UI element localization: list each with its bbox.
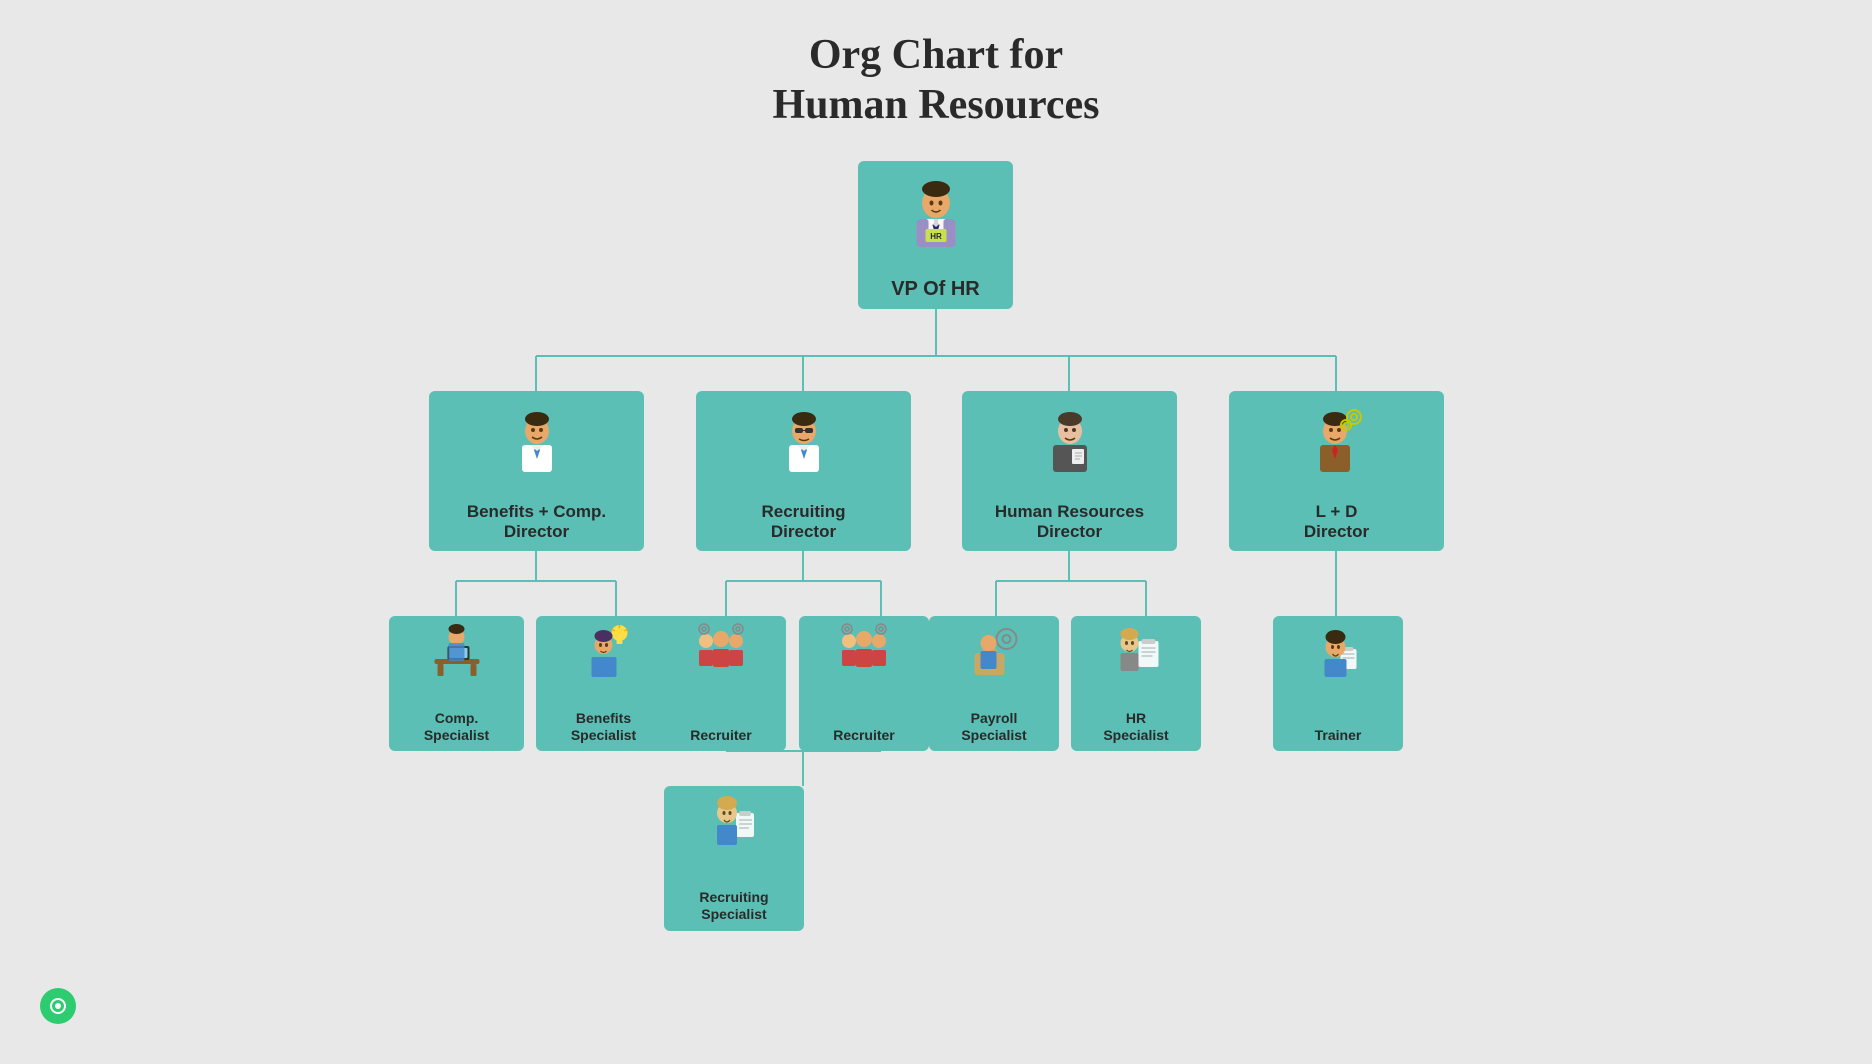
hr-director-label: Human ResourcesDirector — [995, 502, 1144, 543]
page-title: Org Chart forHuman Resources — [772, 30, 1099, 161]
trainer-label: Trainer — [1315, 727, 1362, 744]
recruiter2-label: Recruiter — [833, 727, 894, 744]
benefits-specialist-node: BenefitsSpecialist — [536, 616, 671, 751]
benefits-comp-node: Benefits + Comp.Director — [429, 391, 644, 551]
ld-director-node: L + DDirector — [1229, 391, 1444, 551]
bottom-status-icon[interactable] — [40, 988, 76, 1024]
recruiting-specialist-label: RecruitingSpecialist — [699, 889, 768, 923]
hr-specialist-node: HRSpecialist — [1071, 616, 1201, 751]
recruiter2-node: Recruiter — [799, 616, 929, 751]
recruiting-specialist-node: RecruitingSpecialist — [664, 786, 804, 931]
trainer-node: Trainer — [1273, 616, 1403, 751]
comp-specialist-label: Comp.Specialist — [424, 710, 489, 744]
benefits-specialist-label: BenefitsSpecialist — [571, 710, 636, 744]
svg-text:HR: HR — [930, 232, 942, 241]
recruiting-director-label: RecruitingDirector — [761, 502, 845, 543]
vp-hr-icon: HR — [898, 167, 973, 252]
hr-director-node: Human ResourcesDirector — [962, 391, 1177, 551]
payroll-specialist-node: PayrollSpecialist — [929, 616, 1059, 751]
payroll-specialist-label: PayrollSpecialist — [961, 710, 1026, 744]
hr-specialist-label: HRSpecialist — [1103, 710, 1168, 744]
recruiting-director-node: RecruitingDirector — [696, 391, 911, 551]
comp-specialist-node: Comp.Specialist — [389, 616, 524, 751]
vp-hr-node: HR VP Of HR — [858, 161, 1013, 309]
recruiter1-node: Recruiter — [656, 616, 786, 751]
ld-director-label: L + DDirector — [1304, 502, 1369, 543]
vp-hr-label: VP Of HR — [891, 278, 980, 301]
recruiter1-label: Recruiter — [690, 727, 751, 744]
org-chart: HR VP Of HR — [336, 161, 1536, 941]
benefits-comp-label: Benefits + Comp.Director — [467, 502, 606, 543]
